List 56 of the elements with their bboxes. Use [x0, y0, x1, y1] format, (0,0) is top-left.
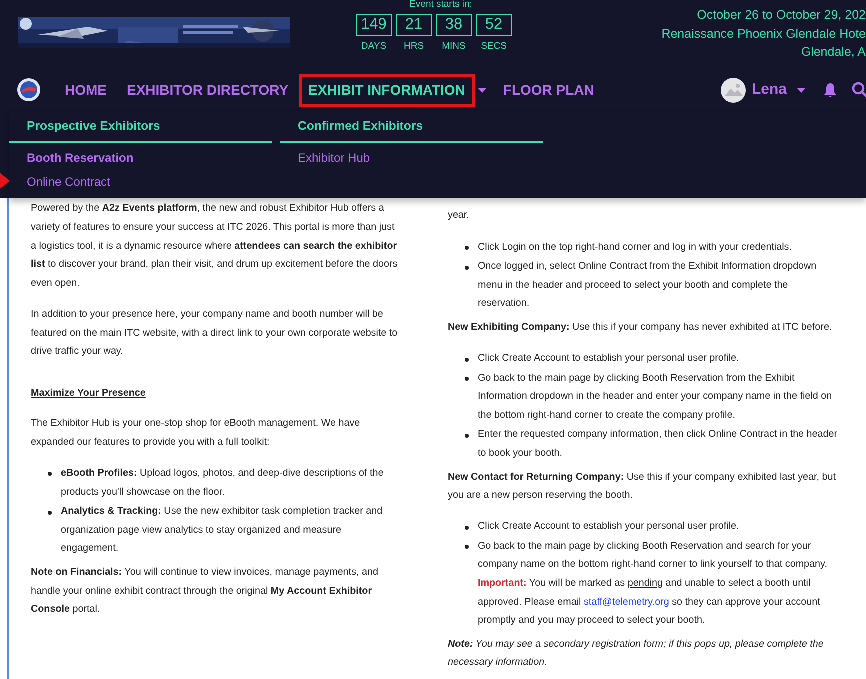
dropdown-item[interactable]: Exhibitor Hub — [280, 148, 370, 168]
bullet-icon — [48, 510, 52, 515]
bullet-icon — [465, 545, 469, 550]
bell-icon[interactable] — [824, 82, 837, 98]
dropdown-heading: Prospective Exhibitors — [9, 117, 272, 144]
dropdown-item[interactable]: Online Contract — [9, 172, 110, 192]
paragraph: Powered by the A2z Events platform, the new and robust Exhibitor Hub offers a variety of features to ensure your success at ITC 2026. This portal is more than just a logistics tool, it is a dynamic resource where attendees can search the exhibitor list to discover your brand, plan their visit, and drum up excitement before the doors even open. — [31, 202, 399, 291]
countdown-value: 21 — [396, 14, 432, 36]
avatar-icon[interactable] — [720, 78, 746, 102]
paragraph: The Exhibitor Hub is your one-stop shop for eBooth management. We have expanded our features to provide you with a full toolkit: — [31, 417, 362, 450]
list-item-text: Click Create Account to establish your personal user profile. — [478, 521, 740, 532]
logo-icon[interactable] — [17, 78, 41, 102]
bullet-icon — [465, 266, 469, 270]
list-item-text: Click Create Account to establish your personal user profile. — [478, 353, 740, 364]
list-item-text: Go back to the main page by clicking Booth Reservation from the Exhibit Information dropdown in the header and enter your company name in the field on the bottom right-hand corner to create the company profile. — [478, 372, 832, 421]
countdown-value: 149 — [356, 14, 392, 36]
user-name[interactable]: Lena — [752, 78, 787, 102]
paragraph: New Contact for Returning Company: Use this if your company exhibited last year, but you are a new person reserving the booth. — [448, 470, 837, 504]
dropdown-item[interactable]: Booth Reservation — [9, 148, 134, 168]
nav-link[interactable]: HOME — [55, 74, 117, 106]
bullet-icon — [465, 434, 469, 438]
caret-icon[interactable] — [478, 88, 488, 92]
paragraph: New Exhibiting Company: Use this if your company has never exhibited at ITC before. — [448, 320, 834, 335]
nav-link[interactable]: EXHIBIT INFORMATION — [298, 74, 476, 106]
bullet-icon — [48, 472, 52, 476]
nav-link[interactable]: FLOOR PLAN — [493, 74, 604, 106]
event-info-text: Renaissance Phoenix Glendale Hote — [660, 26, 866, 42]
caret-icon[interactable] — [797, 88, 806, 92]
countdown-label: MINS — [441, 40, 467, 54]
countdown-label: DAYS — [360, 40, 388, 54]
list-item-text: Once logged in, select Online Contract from the Exhibit Information dropdown menu in the header and proceed to select your booth and complete the reservation. — [478, 261, 817, 310]
bullet-icon — [465, 377, 469, 382]
list-item-text: Go back to the main page by clicking Booth Reservation and search for your company name on the bottom right-hand corner to link yourself to that company. Important: You will be marked as pending and unable to select a booth until approved. Please email staff@telemetry.org so they can approve your account promptly and you may proceed to select your booth. — [478, 540, 828, 626]
paragraph: year. — [448, 209, 470, 224]
section-heading: Maximize Your Presence — [31, 386, 147, 401]
paragraph: Note on Financials: You will continue to view invoices, manage payments, and handle your online exhibit contract through the original My Account Exhibitor Console portal. — [31, 566, 380, 618]
bullet-icon — [465, 246, 469, 250]
countdown-label: HRS — [402, 40, 426, 54]
dropdown-heading: Confirmed Exhibitors — [280, 117, 543, 144]
countdown-caption: Event starts in: — [408, 0, 474, 10]
event-info-text: October 26 to October 29, 202 — [696, 7, 866, 24]
countdown-value: 38 — [436, 14, 472, 36]
list-item-text: eBooth Profiles: Upload logos, photos, and deep-dive descriptions of the products you'll showcase on the floor. — [61, 468, 384, 498]
list-item-text: Enter the requested company information, then click Online Contract in the header to book your booth. — [478, 429, 838, 459]
countdown-value: 52 — [476, 14, 512, 36]
list-item-text: Analytics & Tracking: Use the new exhibitor task completion tracker and organization page view analytics to stay organized and measure engagement. — [61, 506, 383, 554]
paragraph: In addition to your presence here, your company name and booth number will be featured on the main ITC website, with a direct link to your own corporate website to drive traffic your way. — [31, 308, 399, 360]
bullet-icon — [465, 526, 469, 530]
event-info-text: Glendale, A — [800, 44, 866, 61]
nav-link[interactable]: EXHIBITOR DIRECTORY — [117, 74, 299, 106]
bullet-icon — [465, 358, 469, 362]
email-link[interactable]: staff@telemetry.org — [584, 596, 670, 608]
note-text: Note: You may see a secondary registration form; if this pops up, please complete the necessary information. — [448, 638, 825, 670]
countdown-label: SECS — [480, 40, 508, 54]
list-item-text: Click Login on the top right-hand corner and log in with your credentials. — [478, 242, 792, 253]
search-icon[interactable] — [852, 82, 866, 98]
